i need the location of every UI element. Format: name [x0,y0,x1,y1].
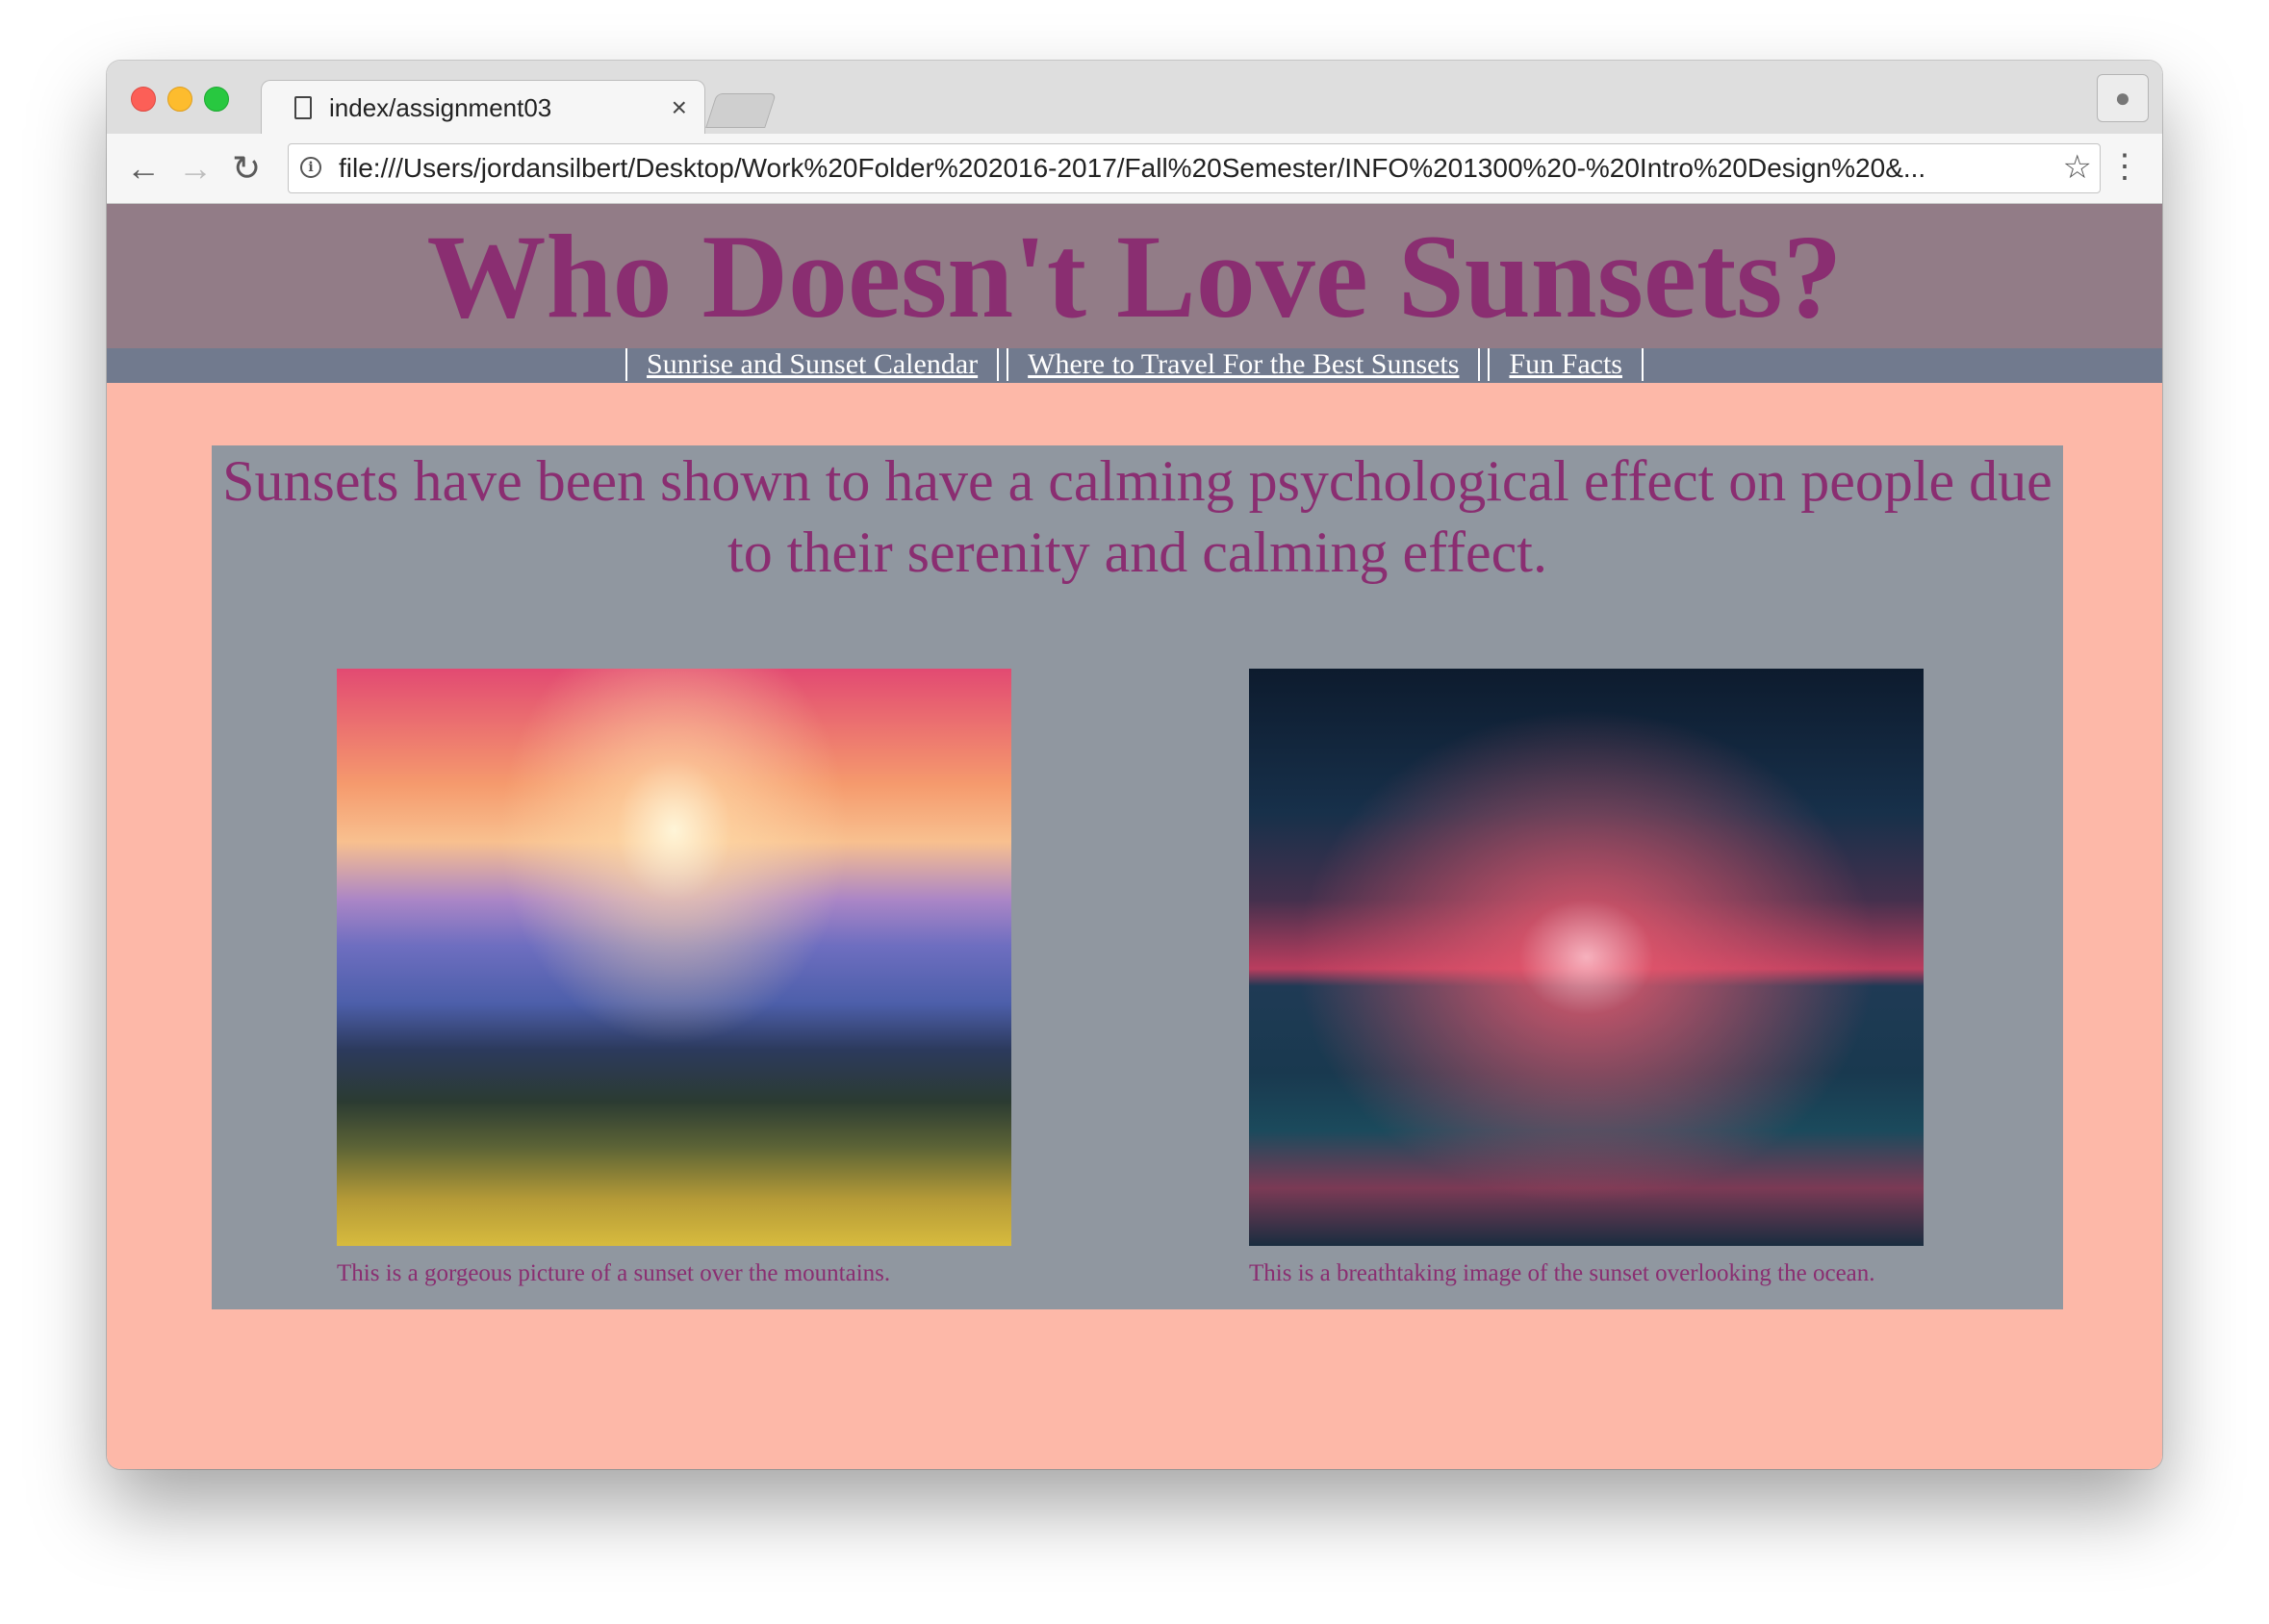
minimize-window-button[interactable] [167,87,192,112]
url-text[interactable]: file:///Users/jordansilbert/Desktop/Work… [339,153,2032,184]
nav-link-travel[interactable]: Where to Travel For the Best Sunsets [1007,348,1481,381]
web-page: Who Doesn't Love Sunsets? Sunrise and Su… [107,204,2162,1469]
nav-link-calendar[interactable]: Sunrise and Sunset Calendar [625,348,1000,381]
forward-arrow-icon[interactable]: → [178,149,213,188]
bookmark-star-icon[interactable]: ☆ [2063,148,2092,187]
site-nav: Sunrise and Sunset Calendar Where to Trav… [107,348,2162,383]
reload-icon[interactable]: ↻ [232,149,261,188]
mountain-sunset-photo [337,669,1011,1246]
close-window-button[interactable] [131,87,156,112]
photo-caption-mountains: This is a gorgeous picture of a sunset o… [337,1260,891,1286]
page-title: Who Doesn't Love Sunsets? [426,211,1843,343]
browser-window: index/assignment03 × ● ← → ↻ i file:///U… [107,61,2162,1469]
close-tab-icon[interactable]: × [672,92,687,123]
browser-tab[interactable]: index/assignment03 × [261,80,705,137]
menu-kebab-icon[interactable]: ⋮ [2108,147,2141,186]
new-tab-button[interactable] [705,93,777,128]
site-header: Who Doesn't Love Sunsets? [107,204,2162,348]
info-icon[interactable]: i [300,157,321,178]
browser-toolbar: ← → ↻ i file:///Users/jordansilbert/Desk… [107,134,2162,204]
profile-icon[interactable]: ● [2097,74,2149,122]
back-arrow-icon[interactable]: ← [126,149,161,188]
tab-title: index/assignment03 [329,93,552,122]
lead-text: Sunsets have been shown to have a calmin… [222,449,2052,584]
nav-link-fun-facts[interactable]: Fun Facts [1488,348,1644,381]
title-bar: index/assignment03 × ● [107,61,2162,137]
page-icon [294,96,312,119]
zoom-window-button[interactable] [204,87,229,112]
main-content: Sunsets have been shown to have a calmin… [212,445,2063,1309]
address-bar[interactable]: i file:///Users/jordansilbert/Desktop/Wo… [288,143,2101,193]
ocean-sunset-photo [1249,669,1924,1246]
photo-caption-ocean: This is a breathtaking image of the suns… [1249,1260,1875,1286]
